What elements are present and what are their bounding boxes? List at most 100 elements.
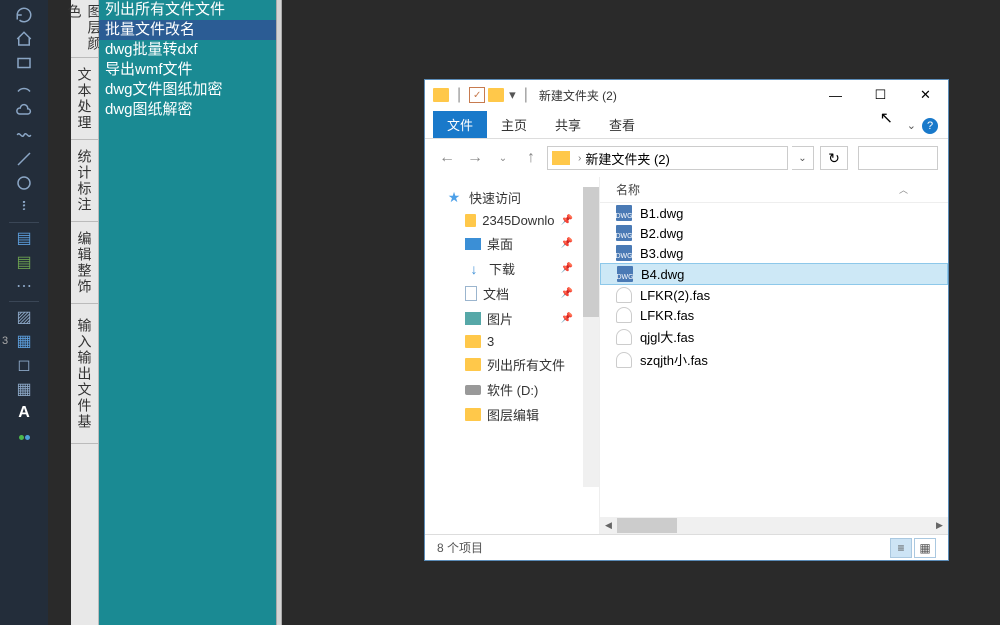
arc-icon[interactable]	[12, 76, 36, 98]
titlebar: | ✓ ▾ | 新建文件夹 (2) — ☐ ✕	[425, 80, 948, 110]
nav-item[interactable]: 2345Downlo📌	[425, 210, 599, 231]
cat-stat[interactable]: 统计标注	[71, 140, 98, 222]
menu-item[interactable]: 列出所有文件文件	[99, 0, 276, 20]
menu-item[interactable]: dwg批量转dxf	[99, 40, 276, 60]
history-button[interactable]: ⌄	[491, 146, 515, 170]
search-input[interactable]	[858, 146, 938, 170]
column-header[interactable]: 名称 ︿	[600, 177, 948, 203]
dwg-file-icon: DWG	[616, 205, 632, 221]
nav-scroll-thumb[interactable]	[583, 187, 599, 317]
close-button[interactable]: ✕	[903, 81, 948, 109]
folder-icon	[433, 88, 449, 102]
tab-view[interactable]: 查看	[595, 111, 649, 138]
refresh-button[interactable]: ↻	[820, 146, 848, 170]
file-pane: 名称 ︿ DWGB1.dwgDWGB2.dwgDWGB3.dwgDWGB4.dw…	[600, 177, 948, 534]
h-scroll-thumb[interactable]	[617, 518, 677, 533]
address-input[interactable]: › 新建文件夹 (2)	[547, 146, 788, 170]
pin-icon: 📌	[561, 263, 573, 274]
rect-icon[interactable]	[12, 52, 36, 74]
back-button[interactable]: ←	[435, 146, 459, 170]
h-scrollbar[interactable]: ◀ ▶	[600, 517, 948, 534]
file-row[interactable]: DWGB2.dwg	[600, 223, 948, 243]
undo-icon[interactable]	[12, 4, 36, 26]
star-icon: ★	[445, 190, 463, 206]
nav-item[interactable]: 列出所有文件	[425, 352, 599, 377]
desk-icon	[465, 238, 481, 250]
nav-item[interactable]: 图片📌	[425, 306, 599, 331]
pin-icon: 📌	[561, 313, 573, 324]
dwg-file-icon: DWG	[616, 225, 632, 241]
forward-button[interactable]: →	[463, 146, 487, 170]
address-dropdown[interactable]: ⌄	[792, 146, 814, 170]
scroll-left-icon[interactable]: ◀	[600, 517, 617, 534]
menu-list: 列出所有文件文件批量文件改名dwg批量转dxf导出wmf文件dwg文件图纸加密d…	[99, 0, 276, 625]
help-icon[interactable]: ?	[922, 118, 938, 134]
pin-icon: 📌	[561, 238, 573, 249]
cloud-icon[interactable]	[12, 100, 36, 122]
nav-item[interactable]: ↓下载📌	[425, 256, 599, 281]
check-icon[interactable]: ✓	[469, 87, 485, 103]
fas-file-icon	[616, 307, 632, 323]
cat-text[interactable]: 文本处理	[71, 58, 98, 140]
cat-layer[interactable]: 图层颜色	[71, 0, 98, 58]
ribbon-caret-icon[interactable]: ⌄	[907, 119, 916, 132]
minimize-button[interactable]: —	[813, 81, 858, 109]
hatch-icon[interactable]: ▨	[12, 306, 36, 328]
up-button[interactable]: ↑	[519, 146, 543, 170]
cat-edit[interactable]: 编辑整饰	[71, 222, 98, 304]
file-row[interactable]: DWGB1.dwg	[600, 203, 948, 223]
fold-icon	[465, 214, 476, 227]
icons-view-button[interactable]: ▦	[914, 538, 936, 558]
line-icon[interactable]	[12, 148, 36, 170]
tab-file[interactable]: 文件	[433, 111, 487, 138]
dwg-file-icon: DWG	[617, 266, 633, 282]
item-count: 8 个项目	[437, 539, 483, 556]
fas-file-icon	[616, 329, 632, 345]
nav-item[interactable]: 3	[425, 331, 599, 352]
file-row[interactable]: qjgl大.fas	[600, 325, 948, 348]
file-row[interactable]: szqjth小.fas	[600, 348, 948, 371]
nav-quick-access[interactable]: ★ 快速访问	[425, 185, 599, 210]
menu-item[interactable]: dwg图纸解密	[99, 100, 276, 120]
home-icon[interactable]	[12, 28, 36, 50]
file-row[interactable]: LFKR(2).fas	[600, 285, 948, 305]
text-icon[interactable]: A	[12, 402, 36, 424]
page-icon[interactable]: ◻	[12, 354, 36, 376]
tab-share[interactable]: 共享	[541, 111, 595, 138]
layers-icon[interactable]: ▤	[12, 227, 36, 249]
ellipsis-icon[interactable]: ⋯	[12, 275, 36, 297]
sort-indicator-icon: ︿	[899, 183, 908, 196]
menu-item[interactable]: 批量文件改名	[99, 20, 276, 40]
table-icon[interactable]: ▦	[12, 378, 36, 400]
menu-item[interactable]: dwg文件图纸加密	[99, 80, 276, 100]
details-view-button[interactable]: ≡	[890, 538, 912, 558]
scroll-right-icon[interactable]: ▶	[931, 517, 948, 534]
nav-item[interactable]: 图层编辑	[425, 402, 599, 427]
menu-item[interactable]: 导出wmf文件	[99, 60, 276, 80]
pin-icon: 📌	[561, 288, 573, 299]
nav-item[interactable]: 文档📌	[425, 281, 599, 306]
dots-icon[interactable]: ፧	[12, 196, 36, 218]
window-title: 新建文件夹 (2)	[539, 87, 617, 104]
nav-item[interactable]: 桌面📌	[425, 231, 599, 256]
circle-icon[interactable]	[12, 172, 36, 194]
explorer-window: | ✓ ▾ | 新建文件夹 (2) — ☐ ✕ 文件 主页 共享 查看 ↖ ⌄ …	[424, 79, 949, 561]
grid-icon[interactable]: ▦	[12, 330, 36, 352]
color-icon[interactable]	[12, 426, 36, 448]
layer-star-icon[interactable]: ▤	[12, 251, 36, 273]
teal-panel: 图层颜色 文本处理 统计标注 编辑整饰 输入输出文件基 列出所有文件文件批量文件…	[71, 0, 276, 625]
drag-bar[interactable]	[276, 0, 282, 625]
pic-icon	[465, 312, 481, 325]
cat-io[interactable]: 输入输出文件基	[71, 304, 98, 444]
wave-icon[interactable]	[12, 124, 36, 146]
file-row[interactable]: DWGB4.dwg	[600, 263, 948, 285]
status-bar: 8 个项目 ≡ ▦	[425, 534, 948, 560]
tab-home[interactable]: 主页	[487, 111, 541, 138]
maximize-button[interactable]: ☐	[858, 81, 903, 109]
file-row[interactable]: LFKR.fas	[600, 305, 948, 325]
fold-icon	[465, 335, 481, 348]
nav-item[interactable]: 软件 (D:)	[425, 377, 599, 402]
dwg-file-icon: DWG	[616, 245, 632, 261]
category-column: 图层颜色 文本处理 统计标注 编辑整饰 输入输出文件基	[71, 0, 99, 625]
file-row[interactable]: DWGB3.dwg	[600, 243, 948, 263]
